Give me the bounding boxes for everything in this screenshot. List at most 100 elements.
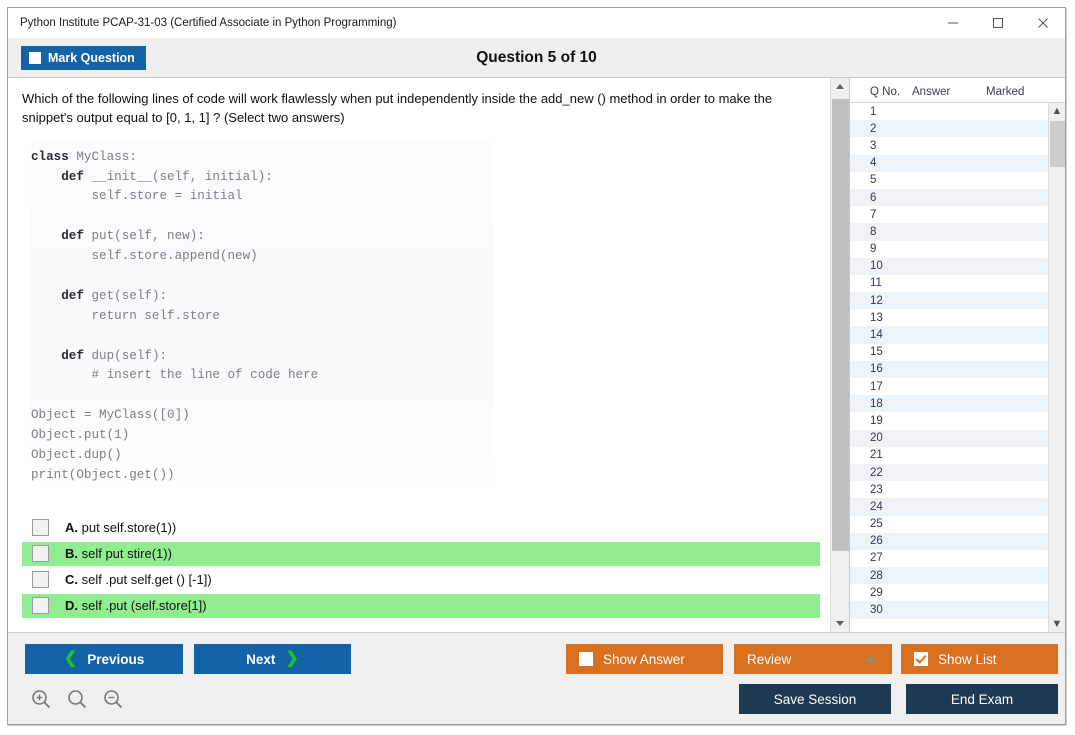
table-row[interactable]: 14: [850, 326, 1048, 343]
list-scroll-up-icon[interactable]: ▲: [1049, 103, 1066, 119]
answer-option-a[interactable]: A. put self.store(1)): [22, 516, 820, 540]
content-scrollbar-track[interactable]: [831, 95, 850, 615]
column-header-qno: Q No.: [850, 86, 912, 98]
option-checkbox-icon[interactable]: [32, 519, 49, 536]
table-row[interactable]: 13: [850, 309, 1048, 326]
chevron-up-icon: [864, 656, 876, 662]
table-row[interactable]: 30: [850, 601, 1048, 618]
code-line: print(Object.get()): [31, 466, 483, 486]
zoom-reset-icon[interactable]: [66, 688, 88, 710]
zoom-toolbar: [30, 688, 124, 710]
table-row[interactable]: 1: [850, 103, 1048, 120]
code-line: Object.dup(): [31, 446, 483, 466]
previous-button[interactable]: ❮ Previous: [25, 644, 183, 674]
cell-qno: 18: [850, 398, 912, 410]
content-scrollbar-thumb[interactable]: [832, 99, 849, 551]
table-row[interactable]: 19: [850, 412, 1048, 429]
show-list-checkbox-icon[interactable]: [914, 652, 928, 666]
end-exam-button[interactable]: End Exam: [906, 684, 1058, 714]
table-row[interactable]: 17: [850, 378, 1048, 395]
table-row[interactable]: 27: [850, 550, 1048, 567]
question-list-panel: Q No. Answer Marked 12345678910111213141…: [849, 78, 1065, 632]
scroll-down-arrow-icon[interactable]: [831, 615, 850, 632]
table-row[interactable]: 11: [850, 275, 1048, 292]
scroll-up-arrow-icon[interactable]: [831, 78, 850, 95]
table-row[interactable]: 28: [850, 567, 1048, 584]
table-row[interactable]: 29: [850, 584, 1048, 601]
maximize-icon[interactable]: [975, 9, 1020, 38]
show-list-label: Show List: [938, 652, 997, 667]
table-row[interactable]: 9: [850, 241, 1048, 258]
question-list-header: Q No. Answer Marked: [850, 78, 1065, 102]
answer-options-list: A. put self.store(1)) B. self put stire(1…: [22, 516, 820, 618]
zoom-out-icon[interactable]: [102, 688, 124, 710]
table-row[interactable]: 20: [850, 430, 1048, 447]
table-row[interactable]: 7: [850, 206, 1048, 223]
cell-qno: 30: [850, 604, 912, 616]
save-session-button[interactable]: Save Session: [739, 684, 891, 714]
option-checkbox-icon[interactable]: [32, 545, 49, 562]
cell-qno: 6: [850, 192, 912, 204]
table-row[interactable]: 24: [850, 498, 1048, 515]
answer-option-d[interactable]: D. self .put (self.store[1]): [22, 594, 820, 618]
code-line: # insert the line of code here: [31, 366, 483, 386]
table-row[interactable]: 10: [850, 258, 1048, 275]
zoom-in-icon[interactable]: [30, 688, 52, 710]
list-scrollbar-thumb[interactable]: [1050, 121, 1065, 167]
cell-qno: 29: [850, 587, 912, 599]
table-row[interactable]: 22: [850, 464, 1048, 481]
mark-question-button[interactable]: Mark Question: [21, 46, 146, 70]
table-row[interactable]: 25: [850, 516, 1048, 533]
cell-qno: 4: [850, 157, 912, 169]
next-button[interactable]: Next ❯: [194, 644, 351, 674]
review-dropdown-button[interactable]: Review: [734, 644, 892, 674]
cell-qno: 13: [850, 312, 912, 324]
show-answer-label: Show Answer: [603, 652, 685, 667]
cell-qno: 25: [850, 518, 912, 530]
table-row[interactable]: 26: [850, 533, 1048, 550]
table-row[interactable]: 2: [850, 120, 1048, 137]
table-row[interactable]: 18: [850, 395, 1048, 412]
show-list-button[interactable]: Show List: [901, 644, 1058, 674]
cell-qno: 1: [850, 106, 912, 118]
list-scroll-down-icon[interactable]: ▼: [1049, 616, 1066, 632]
show-answer-button[interactable]: Show Answer: [566, 644, 723, 674]
cell-qno: 19: [850, 415, 912, 427]
code-line: [31, 327, 483, 347]
previous-button-label: Previous: [87, 652, 144, 667]
cell-qno: 14: [850, 329, 912, 341]
table-row[interactable]: 12: [850, 292, 1048, 309]
table-row[interactable]: 8: [850, 223, 1048, 240]
save-session-label: Save Session: [774, 692, 857, 707]
exam-window: Python Institute PCAP-31-03 (Certified A…: [7, 7, 1066, 725]
cell-qno: 11: [850, 277, 912, 289]
table-row[interactable]: 6: [850, 189, 1048, 206]
cell-qno: 9: [850, 243, 912, 255]
answer-option-c[interactable]: C. self .put self.get () [-1]): [22, 568, 820, 592]
table-row[interactable]: 21: [850, 447, 1048, 464]
show-answer-checkbox-icon[interactable]: [579, 652, 593, 666]
code-line: Object = MyClass([0]): [31, 406, 483, 426]
option-label: A. put self.store(1)): [65, 520, 176, 535]
table-row[interactable]: 15: [850, 344, 1048, 361]
content-scrollbar[interactable]: [830, 78, 849, 632]
question-list-body: 1234567891011121314151617181920212223242…: [850, 102, 1065, 632]
option-checkbox-icon[interactable]: [32, 597, 49, 614]
cell-qno: 24: [850, 501, 912, 513]
close-icon[interactable]: [1020, 9, 1065, 38]
question-list-scrollbar[interactable]: ▲ ▼: [1048, 103, 1065, 632]
option-checkbox-icon[interactable]: [32, 571, 49, 588]
table-row[interactable]: 4: [850, 155, 1048, 172]
answer-option-b[interactable]: B. self put stire(1)): [22, 542, 820, 566]
mark-question-checkbox-icon[interactable]: [29, 52, 41, 64]
title-bar: Python Institute PCAP-31-03 (Certified A…: [8, 8, 1065, 38]
cell-qno: 17: [850, 381, 912, 393]
list-scrollbar-track[interactable]: [1049, 119, 1066, 616]
cell-qno: 7: [850, 209, 912, 221]
table-row[interactable]: 23: [850, 481, 1048, 498]
minimize-icon[interactable]: [930, 9, 975, 38]
table-row[interactable]: 5: [850, 172, 1048, 189]
table-row[interactable]: 16: [850, 361, 1048, 378]
table-row[interactable]: 3: [850, 137, 1048, 154]
code-line: [31, 267, 483, 287]
